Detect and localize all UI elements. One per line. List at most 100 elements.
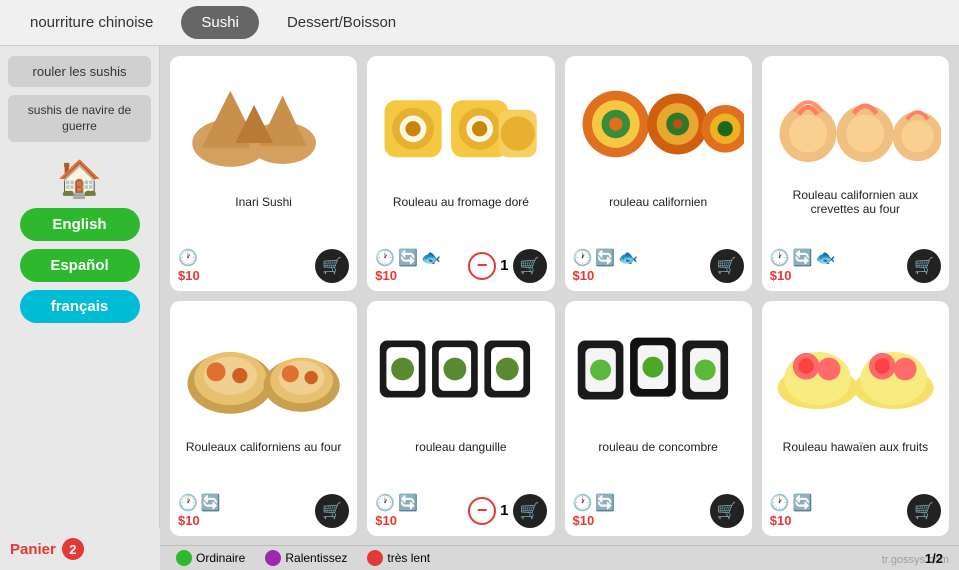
swirl-icon: 🔄: [595, 493, 615, 513]
tab-chinese-food[interactable]: nourriture chinoise: [10, 6, 173, 39]
product-price: $10: [375, 513, 418, 528]
product-icons-price: 🕐🔄$10: [573, 493, 616, 528]
product-icons-row: 🕐🔄🐟: [770, 248, 836, 268]
clock-icon: 🕐: [770, 248, 790, 268]
product-icons-price: 🕐🔄🐟$10: [770, 248, 836, 283]
product-name: rouleau californien: [609, 188, 707, 216]
swirl-icon: 🔄: [398, 248, 418, 268]
qty-control: −1 🛒: [468, 494, 546, 528]
product-name: Inari Sushi: [235, 188, 292, 216]
cart-badge: 2: [62, 538, 84, 560]
product-icons-row: 🕐🔄🐟: [375, 248, 441, 268]
product-price: $10: [770, 513, 813, 528]
product-bottom: 🕐$10 🛒: [178, 248, 349, 283]
swirl-icon: 🔄: [201, 493, 221, 513]
product-image: [573, 64, 744, 184]
sidebar-item-rouler[interactable]: rouler les sushis: [8, 56, 151, 87]
tab-dessert[interactable]: Dessert/Boisson: [267, 6, 416, 39]
main-layout: rouler les sushis sushis de navire de gu…: [0, 46, 959, 564]
product-icons-row: 🕐🔄: [770, 493, 813, 513]
product-card: Rouleaux californiens au four 🕐🔄$10 🛒: [170, 301, 357, 536]
products-grid: Inari Sushi🕐$10🛒 Rouleau au fromage doré…: [170, 56, 949, 536]
product-price: $10: [178, 268, 200, 283]
add-to-cart-button[interactable]: 🛒: [710, 494, 744, 528]
legend-item: Ordinaire: [176, 550, 245, 566]
product-icons-price: 🕐🔄$10: [178, 493, 221, 528]
product-name: rouleau danguille: [415, 433, 506, 461]
product-name: rouleau de concombre: [598, 433, 717, 461]
product-bottom: 🕐🔄$10 −1 🛒: [375, 493, 546, 528]
top-nav: nourriture chinoise Sushi Dessert/Boisso…: [0, 0, 959, 46]
product-bottom: 🕐🔄$10 🛒: [770, 493, 941, 528]
clock-icon: 🕐: [573, 248, 593, 268]
clock-icon: 🕐: [178, 493, 198, 513]
product-icons-price: 🕐🔄🐟$10: [573, 248, 639, 283]
clock-icon: 🕐: [573, 493, 593, 513]
qty-minus-button[interactable]: −: [468, 497, 496, 525]
product-card: Inari Sushi 🕐$10 🛒: [170, 56, 357, 291]
product-name: Rouleaux californiens au four: [186, 433, 341, 461]
home-icon[interactable]: 🏠: [57, 158, 102, 200]
product-bottom: 🕐🔄$10 🛒: [178, 493, 349, 528]
products-area: Inari Sushi🕐$10🛒 Rouleau au fromage doré…: [160, 46, 959, 564]
legend-label: très lent: [387, 551, 430, 565]
qty-minus-button[interactable]: −: [468, 252, 496, 280]
clock-icon: 🕐: [178, 248, 198, 268]
add-to-cart-button[interactable]: 🛒: [513, 494, 547, 528]
swirl-icon: 🔄: [398, 493, 418, 513]
product-name: Rouleau hawaïen aux fruits: [783, 433, 928, 461]
legend-item: très lent: [367, 550, 430, 566]
product-bottom: 🕐🔄🐟$10 −1 🛒: [375, 248, 546, 283]
product-icons-row: 🕐🔄: [375, 493, 418, 513]
add-to-cart-button[interactable]: 🛒: [710, 249, 744, 283]
add-to-cart-button[interactable]: 🛒: [513, 249, 547, 283]
lang-espanol-button[interactable]: Español: [20, 249, 140, 282]
product-bottom: 🕐🔄$10 🛒: [573, 493, 744, 528]
product-image: [178, 64, 349, 184]
product-image: [375, 309, 546, 429]
legend-item: Ralentissez: [265, 550, 347, 566]
product-icons-row: 🕐: [178, 248, 200, 268]
qty-number: 1: [500, 502, 508, 519]
add-to-cart-button[interactable]: 🛒: [907, 494, 941, 528]
add-to-cart-button[interactable]: 🛒: [907, 249, 941, 283]
product-image: [573, 309, 744, 429]
product-icons-row: 🕐🔄: [573, 493, 616, 513]
lang-francais-button[interactable]: français: [20, 290, 140, 323]
product-card: rouleau de concombre 🕐🔄$10 🛒: [565, 301, 752, 536]
legend-label: Ralentissez: [285, 551, 347, 565]
product-image: [770, 64, 941, 184]
product-image: [178, 309, 349, 429]
product-bottom: 🕐🔄🐟$10 🛒: [770, 248, 941, 283]
product-icons-price: 🕐🔄$10: [375, 493, 418, 528]
product-image: [375, 64, 546, 184]
swirl-icon: 🔄: [595, 248, 615, 268]
product-name: Rouleau californien aux crevettes au fou…: [770, 188, 941, 216]
swirl-icon: 🔄: [793, 248, 813, 268]
clock-icon: 🕐: [375, 493, 395, 513]
fish-icon: 🐟: [421, 248, 441, 268]
legend-dot: [265, 550, 281, 566]
swirl-icon: 🔄: [793, 493, 813, 513]
product-price: $10: [573, 268, 639, 283]
legend-dot: [176, 550, 192, 566]
qty-control: −1 🛒: [468, 249, 546, 283]
product-card: rouleau californien 🕐🔄🐟$10 🛒: [565, 56, 752, 291]
tab-sushi[interactable]: Sushi: [181, 6, 259, 39]
add-to-cart-button[interactable]: 🛒: [315, 494, 349, 528]
product-image: [770, 309, 941, 429]
product-card: Rouleau californien aux crevettes au fou…: [762, 56, 949, 291]
sidebar-item-sushis-navire[interactable]: sushis de navire de guerre: [8, 95, 151, 142]
cart-label[interactable]: Panier: [10, 541, 56, 558]
fish-icon: 🐟: [618, 248, 638, 268]
add-to-cart-button[interactable]: 🛒: [315, 249, 349, 283]
clock-icon: 🕐: [770, 493, 790, 513]
product-name: Rouleau au fromage doré: [393, 188, 529, 216]
qty-number: 1: [500, 257, 508, 274]
fish-icon: 🐟: [816, 248, 836, 268]
product-price: $10: [375, 268, 441, 283]
product-card: rouleau danguille 🕐🔄$10 −1 🛒: [367, 301, 554, 536]
lang-english-button[interactable]: English: [20, 208, 140, 241]
product-card: Rouleau hawaïen aux fruits 🕐🔄$10 🛒: [762, 301, 949, 536]
watermark: tr.gossys.com: [882, 554, 949, 566]
